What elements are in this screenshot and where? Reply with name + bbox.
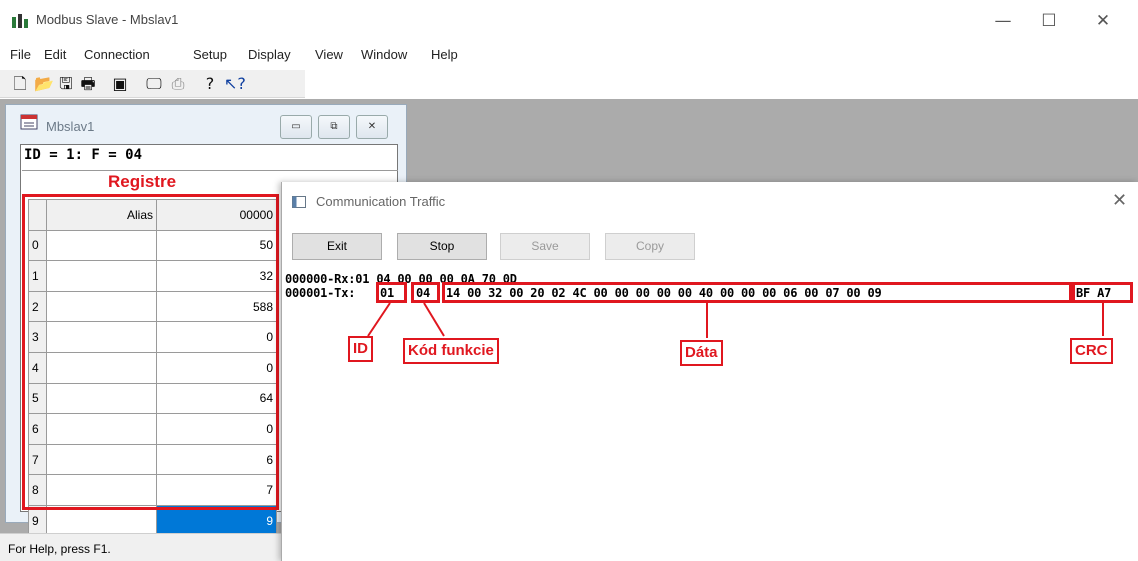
monitor-icon[interactable]: 🖵 — [144, 74, 164, 94]
data-annotation-label: Dáta — [680, 340, 723, 366]
exit-button[interactable]: Exit — [292, 233, 382, 260]
function-annotation-label: Kód funkcie — [403, 338, 499, 364]
menu-bar: File Edit Connection Setup Display View … — [0, 45, 1138, 67]
window-title: Modbus Slave - Mbslav1 — [36, 12, 179, 27]
child-minimize-button[interactable]: ▭ — [280, 115, 312, 139]
new-document-icon[interactable]: 🗋 — [10, 74, 30, 94]
menu-display[interactable]: Display — [248, 47, 291, 62]
row-number: 9 — [28, 504, 47, 537]
toolbar: 🗋 📂 🖫 🖶 ▣ 🖵 ⎙ ? ↖? — [0, 70, 305, 98]
registre-annotation-label: Registre — [108, 172, 177, 191]
close-button[interactable]: ✕ — [1080, 8, 1126, 36]
print-preview-icon[interactable]: ⎙ — [168, 74, 188, 94]
child-close-button[interactable]: ✕ — [356, 115, 388, 139]
traffic-window-title: Communication Traffic — [316, 194, 446, 209]
print-icon[interactable]: 🖶 — [78, 74, 98, 94]
child-window-title: Mbslav1 — [46, 119, 95, 134]
save-disk-icon[interactable]: 🖫 — [56, 74, 76, 94]
menu-window[interactable]: Window — [361, 47, 407, 62]
menu-view[interactable]: View — [315, 47, 343, 62]
modbus-app-icon — [12, 14, 28, 28]
save-button[interactable]: Save — [500, 233, 590, 260]
help-icon[interactable]: ? — [200, 74, 220, 94]
document-icon — [20, 114, 38, 130]
annotation-arrows — [367, 302, 1104, 338]
table-row-selected: 99 — [28, 504, 277, 537]
menu-setup[interactable]: Setup — [193, 47, 227, 62]
function-connector-line — [423, 302, 445, 337]
menu-edit[interactable]: Edit — [44, 47, 66, 62]
traffic-window-icon — [292, 196, 306, 208]
menu-connection[interactable]: Connection — [84, 47, 150, 62]
copy-button[interactable]: Copy — [605, 233, 695, 260]
traffic-close-button[interactable]: ✕ — [1112, 190, 1127, 211]
id-annotation-label: ID — [348, 336, 373, 362]
child-restore-button[interactable]: ⧉ — [318, 115, 350, 139]
menu-help[interactable]: Help — [431, 47, 458, 62]
crc-annotation-label: CRC — [1070, 338, 1113, 364]
traffic-tx-prefix: 000001-Tx: — [285, 286, 356, 300]
id-connector-line — [367, 302, 391, 337]
context-help-icon[interactable]: ↖? — [224, 74, 246, 94]
register-value-cell-selected[interactable]: 9 — [156, 504, 277, 537]
stop-button[interactable]: Stop — [397, 233, 487, 260]
alias-cell[interactable] — [46, 504, 157, 537]
open-folder-icon[interactable]: 📂 — [34, 74, 54, 94]
minimize-button[interactable]: — — [980, 8, 1026, 36]
status-text: For Help, press F1. — [8, 542, 111, 556]
window-icon[interactable]: ▣ — [110, 74, 130, 94]
maximize-button[interactable]: ☐ — [1026, 8, 1072, 36]
header-divider — [22, 170, 398, 171]
menu-file[interactable]: File — [10, 47, 31, 62]
slave-id-function-header: ID = 1: F = 04 — [24, 147, 143, 163]
registre-highlight-box — [22, 194, 279, 510]
